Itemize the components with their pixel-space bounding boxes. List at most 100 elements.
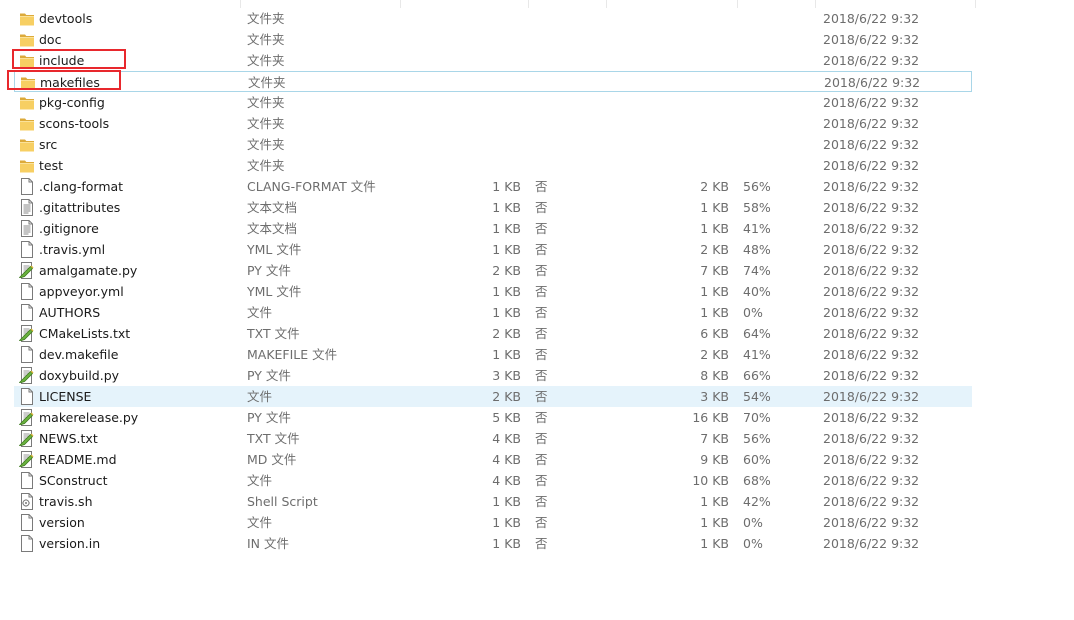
file-encrypted: 否	[535, 242, 548, 257]
file-packed-size: 3 KB	[700, 389, 729, 404]
file-row[interactable]: version.in IN 文件 1 KB 否 1 KB 0% 2018/6/22 9:32	[14, 533, 972, 554]
file-row[interactable]: doxybuild.py PY 文件 3 KB 否 8 KB 66% 2018/6/22 9…	[14, 365, 972, 386]
file-ratio: 54%	[743, 389, 771, 404]
file-row[interactable]: .travis.yml YML 文件 1 KB 否 2 KB 48% 2018/6/22 9…	[14, 239, 972, 260]
file-type: Shell Script	[247, 494, 318, 509]
file-encrypted: 否	[535, 221, 548, 236]
file-ratio: 0%	[743, 305, 763, 320]
file-row[interactable]: doc 文件夹 2018/6/22 9:32	[14, 29, 972, 50]
file-modified: 2018/6/22 9:32	[823, 200, 920, 215]
file-row[interactable]: version 文件 1 KB 否 1 KB 0% 2018/6/22 9:32	[14, 512, 972, 533]
file-type: MAKEFILE 文件	[247, 347, 338, 362]
column-separator[interactable]	[606, 0, 607, 8]
file-name: devtools	[39, 11, 93, 26]
file-size: 2 KB	[492, 263, 521, 278]
file-row[interactable]: appveyor.yml YML 文件 1 KB 否 1 KB 40% 2018/6/22 …	[14, 281, 972, 302]
file-row[interactable]: .gitignore 文本文档 1 KB 否 1 KB 41% 2018/6/22 9:32	[14, 218, 972, 239]
file-type: 文件	[247, 389, 273, 404]
file-type: 文件夹	[247, 53, 285, 68]
file-encrypted: 否	[535, 326, 548, 341]
file-row[interactable]: .gitattributes 文本文档 1 KB 否 1 KB 58% 2018/6/22 …	[14, 197, 972, 218]
file-name: .gitattributes	[39, 200, 121, 215]
file-modified: 2018/6/22 9:32	[823, 368, 920, 383]
file-type: 文本文档	[247, 221, 298, 236]
file-size: 2 KB	[492, 326, 521, 341]
blank-file-icon	[19, 283, 35, 300]
file-size: 1 KB	[492, 305, 521, 320]
file-type: MD 文件	[247, 452, 297, 467]
file-encrypted: 否	[535, 431, 548, 446]
file-encrypted: 否	[535, 305, 548, 320]
file-ratio: 74%	[743, 263, 771, 278]
file-modified: 2018/6/22 9:32	[823, 137, 920, 152]
column-separator[interactable]	[240, 0, 241, 8]
file-row[interactable]: pkg-config 文件夹 2018/6/22 9:32	[14, 92, 972, 113]
column-separator[interactable]	[975, 0, 976, 8]
file-modified: 2018/6/22 9:32	[823, 116, 920, 131]
file-modified: 2018/6/22 9:32	[823, 158, 920, 173]
file-type: 文件夹	[248, 75, 286, 90]
file-type: YML 文件	[247, 284, 302, 299]
blank-file-icon	[19, 178, 35, 195]
file-packed-size: 1 KB	[700, 305, 729, 320]
file-packed-size: 1 KB	[700, 200, 729, 215]
file-row[interactable]: README.md MD 文件 4 KB 否 9 KB 60% 2018/6/22 9:32	[14, 449, 972, 470]
file-modified: 2018/6/22 9:32	[823, 431, 920, 446]
file-row[interactable]: SConstruct 文件 4 KB 否 10 KB 68% 2018/6/22 9:32	[14, 470, 972, 491]
file-name: dev.makefile	[39, 347, 119, 362]
file-size: 1 KB	[492, 221, 521, 236]
column-separator[interactable]	[815, 0, 816, 8]
file-row[interactable]: NEWS.txt TXT 文件 4 KB 否 7 KB 56% 2018/6/22 9:32	[14, 428, 972, 449]
file-row[interactable]: devtools 文件夹 2018/6/22 9:32	[14, 8, 972, 29]
file-type: PY 文件	[247, 410, 291, 425]
file-size: 4 KB	[492, 452, 521, 467]
file-row[interactable]: travis.sh Shell Script 1 KB 否 1 KB 42% 2018/6/…	[14, 491, 972, 512]
column-separator[interactable]	[528, 0, 529, 8]
file-row[interactable]: .clang-format CLANG-FORMAT 文件 1 KB 否 2 KB 56%…	[14, 176, 972, 197]
file-type: IN 文件	[247, 536, 290, 551]
file-encrypted: 否	[535, 389, 548, 404]
file-encrypted: 否	[535, 515, 548, 530]
file-modified: 2018/6/22 9:32	[823, 284, 920, 299]
file-row[interactable]: AUTHORS 文件 1 KB 否 1 KB 0% 2018/6/22 9:32	[14, 302, 972, 323]
file-type: 文件	[247, 515, 273, 530]
file-name: NEWS.txt	[39, 431, 98, 446]
file-row[interactable]: include 文件夹 2018/6/22 9:32	[14, 50, 972, 71]
file-size: 1 KB	[492, 515, 521, 530]
file-encrypted: 否	[535, 410, 548, 425]
folder-icon	[19, 10, 35, 27]
file-type: 文件夹	[247, 11, 285, 26]
blank-file-icon	[19, 514, 35, 531]
file-type: 文件夹	[247, 32, 285, 47]
file-row[interactable]: amalgamate.py PY 文件 2 KB 否 7 KB 74% 2018/6/22 …	[14, 260, 972, 281]
blank-file-icon	[19, 304, 35, 321]
file-name: version	[39, 515, 85, 530]
file-row[interactable]: test 文件夹 2018/6/22 9:32	[14, 155, 972, 176]
file-encrypted: 否	[535, 263, 548, 278]
file-ratio: 41%	[743, 347, 771, 362]
file-row[interactable]: src 文件夹 2018/6/22 9:32	[14, 134, 972, 155]
file-name: amalgamate.py	[39, 263, 138, 278]
file-name: SConstruct	[39, 473, 108, 488]
file-row[interactable]: dev.makefile MAKEFILE 文件 1 KB 否 2 KB 41% 2018/…	[14, 344, 972, 365]
script-file-icon	[18, 451, 35, 468]
file-row[interactable]: LICENSE 文件 2 KB 否 3 KB 54% 2018/6/22 9:32	[14, 386, 972, 407]
column-separator[interactable]	[400, 0, 401, 8]
file-row[interactable]: scons-tools 文件夹 2018/6/22 9:32	[14, 113, 972, 134]
file-name: src	[39, 137, 58, 152]
folder-icon	[19, 115, 35, 132]
file-name: appveyor.yml	[39, 284, 124, 299]
column-separator[interactable]	[737, 0, 738, 8]
file-type: 文件	[247, 305, 273, 320]
file-ratio: 56%	[743, 179, 771, 194]
text-file-icon	[19, 199, 35, 216]
file-row[interactable]: makefiles 文件夹 2018/6/22 9:32	[14, 71, 972, 92]
file-row[interactable]: CMakeLists.txt TXT 文件 2 KB 否 6 KB 64% 2018/6/2…	[14, 323, 972, 344]
file-packed-size: 2 KB	[700, 347, 729, 362]
file-name: scons-tools	[39, 116, 110, 131]
file-modified: 2018/6/22 9:32	[823, 473, 920, 488]
file-modified: 2018/6/22 9:32	[823, 221, 920, 236]
file-row[interactable]: makerelease.py PY 文件 5 KB 否 16 KB 70% 2018/6/2…	[14, 407, 972, 428]
file-encrypted: 否	[535, 536, 548, 551]
file-modified: 2018/6/22 9:32	[823, 389, 920, 404]
